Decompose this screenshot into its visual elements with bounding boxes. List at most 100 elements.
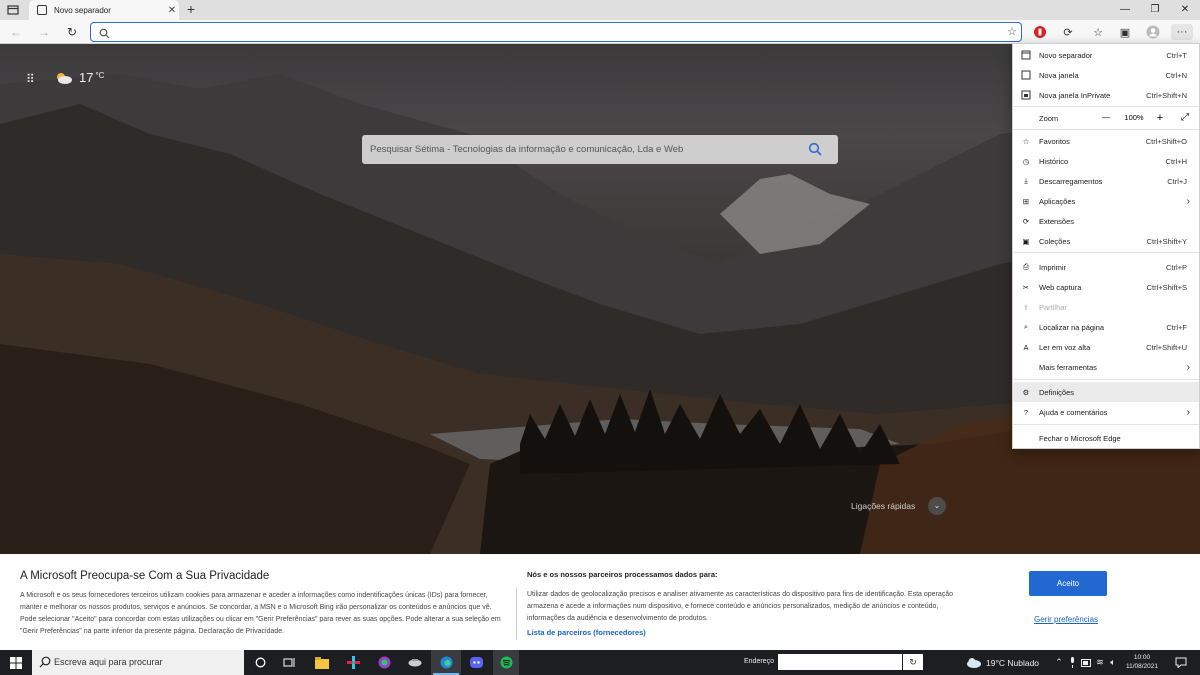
menu-item-find[interactable]: ⌕ Localizar na página Ctrl+F	[1013, 317, 1199, 337]
web-search-box[interactable]	[362, 135, 838, 164]
new-tab-button[interactable]: +	[183, 1, 199, 17]
close-tab-icon[interactable]: ✕	[165, 5, 179, 16]
menu-separator	[1013, 129, 1199, 130]
taskbar-clock[interactable]: 10:00 11/08/2021	[1122, 653, 1162, 671]
search-icon	[39, 656, 51, 670]
cortana-icon[interactable]	[250, 650, 270, 675]
zoom-out-button[interactable]: —	[1099, 111, 1113, 125]
partners-list-link[interactable]: Lista de parceiros (fornecedores)	[527, 628, 646, 637]
tab-actions-icon[interactable]	[6, 3, 20, 17]
clock-time: 10:00	[1133, 654, 1151, 661]
menu-item-inprivate[interactable]: Nova janela InPrivate Ctrl+Shift+N	[1013, 85, 1199, 105]
menu-separator	[1013, 106, 1199, 107]
quick-links-label[interactable]: Ligações rápidas	[851, 501, 915, 511]
menu-item-help[interactable]: ? Ajuda e comentários ›	[1013, 402, 1199, 422]
app-icon-plane[interactable]	[404, 650, 426, 675]
zoom-level: 100%	[1124, 113, 1144, 122]
menu-item-extensions[interactable]: ⟳ Extensões	[1013, 211, 1199, 231]
task-view-icon[interactable]	[279, 650, 299, 675]
print-icon: ⎙	[1023, 262, 1029, 271]
chevron-right-icon: ›	[1186, 406, 1190, 418]
menu-item-favorites[interactable]: ☆ Favoritos Ctrl+Shift+O	[1013, 131, 1199, 151]
fullscreen-icon[interactable]: ⤢	[1175, 111, 1195, 125]
address-input[interactable]	[115, 25, 995, 39]
address-toolbar-input[interactable]	[778, 654, 902, 670]
menu-item-web-capture[interactable]: ✂ Web captura Ctrl+Shift+S	[1013, 277, 1199, 297]
address-bar[interactable]: ☆	[90, 22, 1022, 42]
app-icon-colorful[interactable]	[373, 650, 395, 675]
menu-item-downloads[interactable]: ⤓ Descarregamentos Ctrl+J	[1013, 171, 1199, 191]
forward-button[interactable]: →	[36, 24, 52, 40]
apps-launcher-icon[interactable]: ⠿	[26, 72, 35, 86]
read-aloud-icon: A	[1023, 342, 1029, 352]
minimize-button[interactable]: —	[1110, 0, 1140, 20]
edge-browser-icon[interactable]	[431, 650, 461, 675]
menu-separator	[1013, 379, 1199, 380]
tab-new-tab[interactable]: Novo separador ✕	[29, 0, 179, 20]
partners-text: Utilizar dados de geolocalização preciso…	[527, 591, 954, 622]
zoom-in-button[interactable]: +	[1153, 111, 1167, 125]
taskbar-search[interactable]: Escreva aqui para procurar	[32, 650, 244, 675]
chevron-right-icon: ›	[1186, 195, 1190, 207]
taskbar-weather-text: 19°C Nublado	[986, 657, 1040, 668]
partners-title: Nós e os nossos parceiros processamos da…	[527, 570, 718, 579]
refresh-button[interactable]: ↻	[64, 24, 80, 40]
menu-item-collections[interactable]: ▣ Coleções Ctrl+Shift+Y	[1013, 231, 1199, 251]
web-search-input[interactable]	[370, 142, 790, 156]
clock-date: 11/08/2021	[1125, 663, 1159, 670]
menu-item-share: ⇪ Partilhar	[1013, 297, 1199, 317]
menu-item-close-edge[interactable]: Fechar o Microsoft Edge	[1013, 428, 1199, 448]
spotify-icon[interactable]	[493, 650, 519, 675]
download-icon: ⤓	[1024, 176, 1028, 185]
menu-item-apps[interactable]: ⊞ Aplicações ›	[1013, 191, 1199, 211]
windows-start-icon[interactable]	[0, 650, 32, 675]
close-window-button[interactable]: ✕	[1170, 0, 1200, 20]
favorites-icon: ☆	[1022, 136, 1030, 146]
menu-separator	[1013, 424, 1199, 425]
chevron-up-icon[interactable]: ⌃	[1052, 650, 1066, 675]
search-icon[interactable]	[808, 142, 822, 161]
extension-icon[interactable]: ⟳	[1060, 24, 1076, 40]
adblock-extension-icon[interactable]	[1032, 24, 1048, 40]
chevron-down-icon[interactable]: ⌄	[928, 497, 946, 515]
history-icon: ◷	[1022, 156, 1030, 166]
slack-icon[interactable]	[342, 650, 364, 675]
taskbar-weather[interactable]: 19°C Nublado	[966, 657, 1039, 668]
windows-taskbar: Escreva aqui para procurar Endereço ↻ 19…	[0, 650, 1200, 675]
menu-item-read-aloud[interactable]: A Ler em voz alta Ctrl+Shift+U	[1013, 337, 1199, 357]
chevron-right-icon: ›	[1186, 361, 1190, 373]
menu-item-print[interactable]: ⎙ Imprimir Ctrl+P	[1013, 257, 1199, 277]
notifications-icon[interactable]	[1170, 650, 1192, 675]
web-capture-icon: ✂	[1022, 282, 1030, 292]
battery-icon[interactable]	[1080, 650, 1092, 675]
weather-widget[interactable]: 17 °C	[55, 70, 104, 85]
menu-item-history[interactable]: ◷ Histórico Ctrl+H	[1013, 151, 1199, 171]
taskbar-search-placeholder: Escreva aqui para procurar	[54, 657, 163, 667]
divider	[516, 588, 517, 640]
menu-item-more-tools[interactable]: Mais ferramentas ›	[1013, 357, 1199, 377]
profile-avatar-icon[interactable]	[1145, 24, 1161, 40]
add-favorite-icon[interactable]: ☆	[1007, 25, 1017, 38]
back-button[interactable]: ←	[8, 24, 24, 40]
menu-item-settings[interactable]: ⚙ Definições	[1013, 382, 1199, 402]
address-go-button[interactable]: ↻	[903, 654, 923, 670]
more-options-icon[interactable]: ···	[1171, 24, 1193, 40]
accept-button[interactable]: Aceito	[1029, 571, 1107, 596]
maximize-button[interactable]: ❐	[1140, 0, 1170, 20]
menu-item-new-window[interactable]: Nova janela Ctrl+N	[1013, 65, 1199, 85]
menu-separator	[1013, 252, 1199, 253]
cloudy-icon	[57, 72, 72, 84]
manage-preferences-link[interactable]: Gerir preferências	[1034, 615, 1098, 624]
discord-icon[interactable]	[465, 650, 487, 675]
search-icon	[99, 26, 110, 44]
wifi-icon[interactable]: ≋	[1094, 650, 1106, 675]
privacy-text: A Microsoft e os seus fornecedores terce…	[20, 592, 501, 635]
extensions-icon: ⟳	[1022, 216, 1030, 226]
volume-icon[interactable]: 🔈︎	[1107, 650, 1119, 675]
collections-icon[interactable]: ▣	[1117, 24, 1133, 40]
menu-item-new-tab[interactable]: Novo separador Ctrl+T	[1013, 45, 1199, 65]
microphone-icon[interactable]	[1066, 650, 1078, 675]
favorites-bar-icon[interactable]: ☆	[1090, 24, 1106, 40]
file-explorer-icon[interactable]	[311, 650, 333, 675]
browser-toolbar: ← → ↻ ☆ ⟳ ☆ ▣ ···	[0, 20, 1200, 44]
